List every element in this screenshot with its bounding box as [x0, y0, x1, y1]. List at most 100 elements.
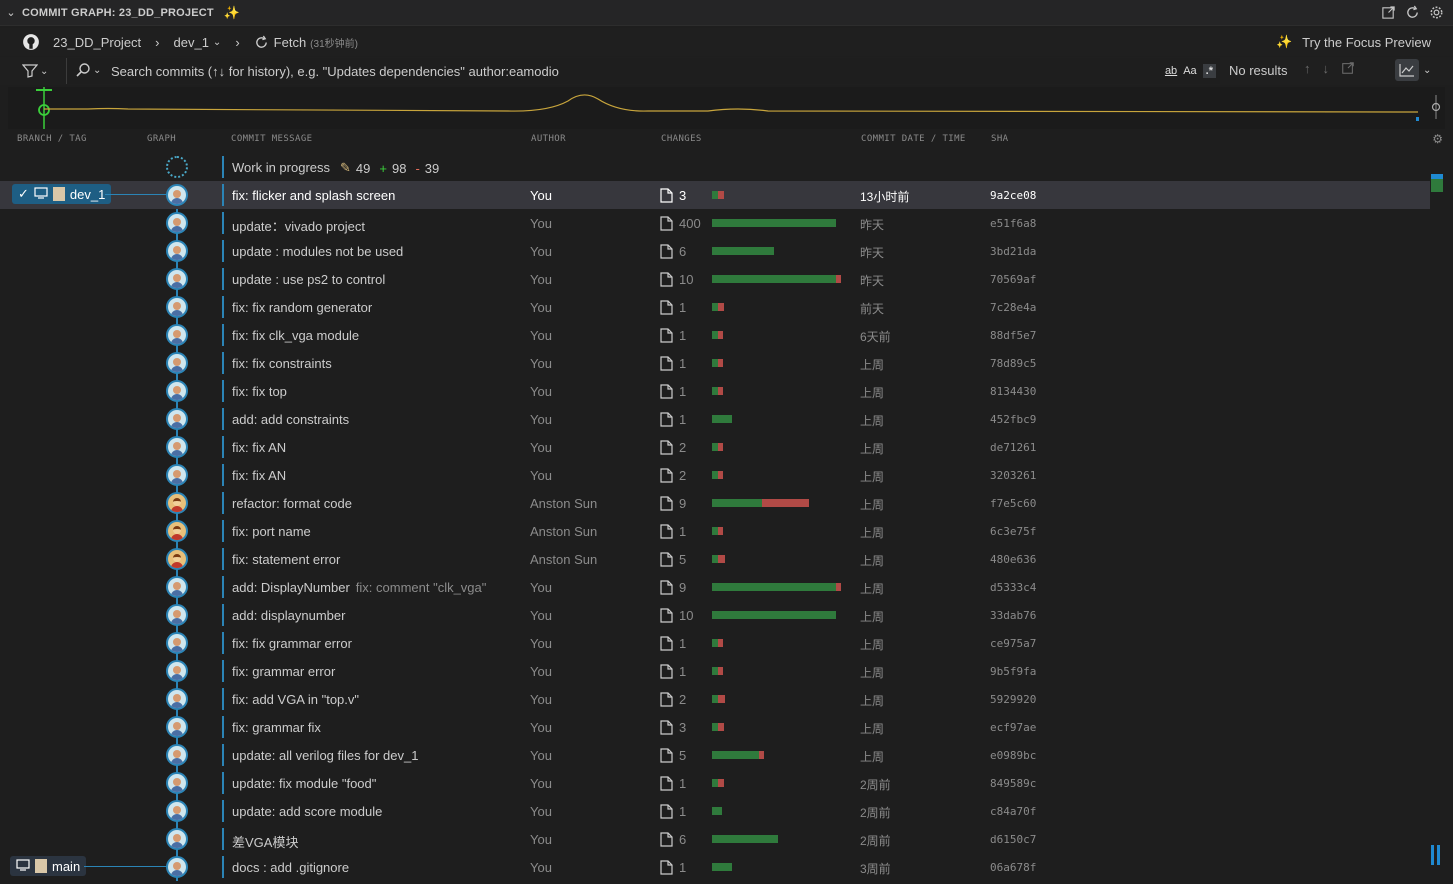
commit-sha[interactable]: 3203261 [990, 469, 1036, 482]
column-header-changes[interactable]: CHANGES [661, 134, 702, 144]
fetch-icon[interactable] [254, 35, 269, 50]
commit-sha[interactable]: d6150c7 [990, 833, 1036, 846]
commit-sha[interactable]: 9a2ce08 [990, 189, 1036, 202]
commit-row[interactable]: update : use ps2 to control You 10 昨天 70569a… [0, 265, 1430, 293]
branch-selector[interactable]: dev_1 [174, 35, 209, 50]
commit-row[interactable]: fix: fix random generator You 1 前天 7c28e4a [0, 293, 1430, 321]
author-avatar[interactable] [166, 408, 188, 430]
author-avatar[interactable] [166, 604, 188, 626]
focus-preview-button[interactable]: ✨ Try the Focus Preview [1276, 34, 1431, 50]
commit-sha[interactable]: c84a70f [990, 805, 1036, 818]
next-result-arrow-icon[interactable]: ↓ [1323, 61, 1330, 78]
commit-row[interactable]: fix: add VGA in "top.v" You 2 上周 5929920 [0, 685, 1430, 713]
column-settings-gear-icon[interactable]: ⚙ [1432, 132, 1443, 146]
chevron-down-icon[interactable]: ⌄ [213, 37, 221, 48]
commit-sha[interactable]: 6c3e75f [990, 525, 1036, 538]
column-header-branch-tag[interactable]: BRANCH / TAG [17, 134, 87, 144]
commit-row[interactable]: add: add constraints You 1 上周 452fbc9 [0, 405, 1430, 433]
author-avatar[interactable] [166, 744, 188, 766]
author-avatar[interactable] [166, 576, 188, 598]
sparkle-icon[interactable]: ✨ [224, 5, 240, 21]
commit-row[interactable]: fix: fix AN You 2 上周 de71261 [0, 433, 1430, 461]
author-avatar[interactable] [166, 268, 188, 290]
commit-sha[interactable]: 3bd21da [990, 245, 1036, 258]
commit-sha[interactable]: 78d89c5 [990, 357, 1036, 370]
author-avatar[interactable] [166, 828, 188, 850]
author-avatar[interactable] [166, 716, 188, 738]
wip-row[interactable]: Work in progress ✎ 49 + 98 - 39 [0, 153, 1430, 181]
settings-gear-icon[interactable] [1427, 3, 1445, 21]
minimap-toggle[interactable]: ⌄ [1395, 59, 1439, 81]
author-avatar[interactable] [166, 772, 188, 794]
author-avatar[interactable] [166, 688, 188, 710]
commit-row[interactable]: fix: statement error Anston Sun 5 上周 480e636 [0, 545, 1430, 573]
commit-row[interactable]: fix: fix clk_vga module You 1 6天前 88df5e7 [0, 321, 1430, 349]
commit-sha[interactable]: 70569af [990, 273, 1036, 286]
commit-sha[interactable]: f7e5c60 [990, 497, 1036, 510]
author-avatar[interactable] [166, 520, 188, 542]
author-avatar[interactable] [166, 660, 188, 682]
repo-name-button[interactable]: 23_DD_Project [53, 35, 141, 50]
commit-sha[interactable]: 480e636 [990, 553, 1036, 566]
match-case-toggle[interactable]: Aa [1183, 65, 1196, 77]
commit-sha[interactable]: 7c28e4a [990, 301, 1036, 314]
commit-row[interactable]: update：vivado project You 400 昨天 e51f6a8 [0, 209, 1430, 237]
collapse-chevron-icon[interactable]: ⌄ [0, 6, 22, 19]
commit-row[interactable]: docs : add .gitignore You 1 3周前 06a678f [0, 853, 1430, 881]
commit-row[interactable]: fix: port name Anston Sun 1 上周 6c3e75f [0, 517, 1430, 545]
branch-label-main[interactable]: main [10, 856, 87, 876]
author-avatar[interactable] [166, 240, 188, 262]
author-avatar[interactable] [166, 492, 188, 514]
commit-row[interactable]: fix: grammar error You 1 上周 9b5f9fa [0, 657, 1430, 685]
author-avatar[interactable] [166, 352, 188, 374]
fetch-button[interactable]: Fetch [274, 35, 307, 50]
open-results-icon[interactable] [1341, 61, 1355, 78]
author-avatar[interactable] [166, 632, 188, 654]
commit-sha[interactable]: 33dab76 [990, 609, 1036, 622]
author-avatar[interactable] [166, 296, 188, 318]
branch-label-dev1[interactable]: ✓ dev_1 [12, 184, 112, 204]
commit-sha[interactable]: d5333c4 [990, 581, 1036, 594]
commit-row[interactable]: update: add score module You 1 2周前 c84a70f [0, 797, 1430, 825]
author-avatar[interactable] [166, 184, 188, 206]
commit-sha[interactable]: 88df5e7 [990, 329, 1036, 342]
regex-toggle[interactable]: .* [1202, 64, 1216, 78]
commit-minimap[interactable] [8, 87, 1445, 129]
commit-row[interactable]: add: displaynumber You 10 上周 33dab76 [0, 601, 1430, 629]
author-avatar[interactable] [166, 800, 188, 822]
scrollbar-thumb[interactable] [1431, 845, 1443, 865]
commit-sha[interactable]: 849589c [990, 777, 1036, 790]
commit-sha[interactable]: ecf97ae [990, 721, 1036, 734]
commit-row[interactable]: fix: fix constraints You 1 上周 78d89c5 [0, 349, 1430, 377]
search-input[interactable] [111, 59, 1151, 83]
column-header-graph[interactable]: GRAPH [147, 134, 176, 144]
author-avatar[interactable] [166, 548, 188, 570]
commit-row[interactable]: fix: grammar fix You 3 上周 ecf97ae [0, 713, 1430, 741]
commit-row[interactable]: update: fix module "food" You 1 2周前 849589c [0, 769, 1430, 797]
commit-row[interactable]: fix: fix top You 1 上周 8134430 [0, 377, 1430, 405]
author-avatar[interactable] [166, 436, 188, 458]
commit-sha[interactable]: e51f6a8 [990, 217, 1036, 230]
commit-row[interactable]: fix: fix AN You 2 上周 3203261 [0, 461, 1430, 489]
commit-sha[interactable]: de71261 [990, 441, 1036, 454]
filter-button[interactable]: ⌄ [22, 64, 54, 78]
author-avatar[interactable] [166, 380, 188, 402]
commit-sha[interactable]: 9b5f9fa [990, 665, 1036, 678]
column-header-date[interactable]: COMMIT DATE / TIME [861, 134, 966, 144]
commit-sha[interactable]: 8134430 [990, 385, 1036, 398]
column-header-author[interactable]: AUTHOR [531, 134, 566, 144]
commit-row[interactable]: update: all verilog files for dev_1 You 5 上… [0, 741, 1430, 769]
commit-sha[interactable]: 06a678f [990, 861, 1036, 874]
commit-row[interactable]: add: DisplayNumber fix: comment "clk_vga"… [0, 573, 1430, 601]
commit-sha[interactable]: e0989bc [990, 749, 1036, 762]
commit-row[interactable]: refactor: format code Anston Sun 9 上周 f7e5c6… [0, 489, 1430, 517]
search-mode-button[interactable]: ⌄ [75, 62, 101, 78]
author-avatar[interactable] [166, 464, 188, 486]
commit-row[interactable]: update : modules not be used You 6 昨天 3bd21d… [0, 237, 1430, 265]
previous-result-arrow-icon[interactable]: ↑ [1304, 61, 1311, 78]
column-header-message[interactable]: COMMIT MESSAGE [231, 134, 312, 144]
column-header-sha[interactable]: SHA [991, 134, 1008, 144]
match-whole-word-toggle[interactable]: ab [1165, 65, 1177, 77]
author-avatar[interactable] [166, 212, 188, 234]
commit-sha[interactable]: 5929920 [990, 693, 1036, 706]
